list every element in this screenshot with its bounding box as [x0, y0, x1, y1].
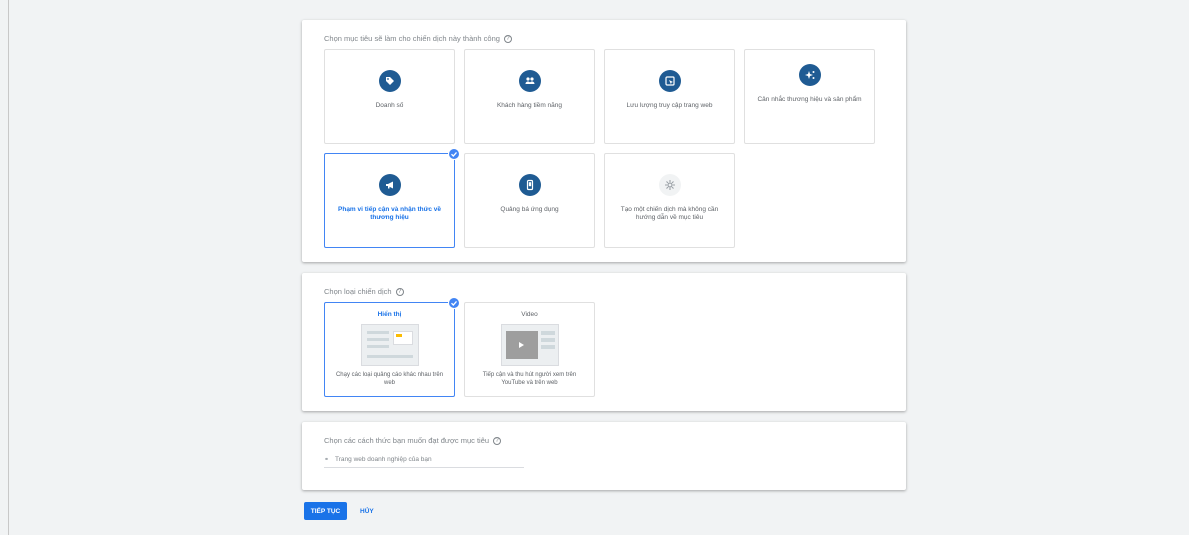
type-section-title: Chọn loại chiến dịch ? — [324, 287, 404, 296]
type-card-desc: Tiếp cận và thu hút người xem trên YouTu… — [482, 372, 577, 386]
goal-card-label: Lưu lượng truy cập trang web — [626, 102, 713, 109]
megaphone-icon — [378, 174, 401, 196]
help-icon[interactable]: ? — [493, 436, 502, 445]
goal-card-label: Cân nhắc thương hiệu và sản phẩm — [757, 96, 862, 103]
link-icon: ⚭ — [324, 457, 330, 463]
campaign-type-video[interactable]: Video Tiếp cận và thu hút người xem trên… — [464, 302, 595, 397]
goal-section-title: Chọn mục tiêu sẽ làm cho chiến dịch này … — [324, 34, 512, 43]
website-url-placeholder: Trang web doanh nghiệp của bạn — [335, 456, 432, 463]
cancel-button[interactable]: HỦY — [360, 502, 374, 520]
goal-card-leads[interactable]: Khách hàng tiềm năng — [464, 49, 595, 144]
website-url-field[interactable]: ⚭ Trang web doanh nghiệp của bạn — [324, 452, 524, 468]
type-title-text: Chọn loại chiến dịch — [324, 287, 392, 296]
goal-card-label: Doanh số — [375, 102, 404, 109]
play-icon — [518, 342, 524, 348]
continue-button[interactable]: TIẾP TỤC — [304, 502, 347, 520]
gear-icon — [658, 174, 681, 196]
campaign-type-display[interactable]: Hiển thị Chạy các loại quảng cáo khác nh… — [324, 297, 460, 397]
goal-card-label: Tạo một chiến dịch mà không cần hướng dẫ… — [620, 206, 719, 221]
goal-card-brand-consideration[interactable]: Cân nhắc thương hiệu và sản phẩm — [744, 49, 875, 144]
goal-card-label: Phạm vi tiếp cận và nhận thức về thương … — [338, 206, 441, 221]
goal-card-label: Khách hàng tiềm năng — [496, 102, 563, 109]
check-icon — [448, 148, 460, 160]
help-icon[interactable]: ? — [395, 287, 404, 296]
way-title-text: Chọn các cách thức bạn muốn đạt được mục… — [324, 436, 490, 445]
type-card-desc: Chạy các loại quảng cáo khác nhau trên w… — [335, 372, 444, 386]
goal-ways-panel: Chọn các cách thức bạn muốn đạt được mục… — [302, 422, 906, 490]
goal-card-label: Quảng bá ứng dụng — [500, 206, 559, 213]
sparkle-icon — [798, 64, 821, 86]
goal-panel: Chọn mục tiêu sẽ làm cho chiến dịch này … — [302, 20, 906, 262]
left-divider — [8, 0, 9, 535]
check-icon — [448, 297, 460, 309]
cursor-icon — [658, 70, 681, 92]
goal-title-text: Chọn mục tiêu sẽ làm cho chiến dịch này … — [324, 34, 500, 43]
goal-card-sales[interactable]: Doanh số — [324, 49, 455, 144]
tag-icon — [378, 70, 401, 92]
type-card-title: Video — [521, 311, 538, 318]
goal-card-app-promotion[interactable]: Quảng bá ứng dụng — [464, 153, 595, 248]
way-section-title: Chọn các cách thức bạn muốn đạt được mục… — [324, 436, 502, 445]
goal-card-brand-awareness[interactable]: Phạm vi tiếp cận và nhận thức về thương … — [324, 148, 460, 248]
type-card-title: Hiển thị — [377, 311, 402, 318]
help-icon[interactable]: ? — [503, 34, 512, 43]
people-icon — [518, 70, 541, 92]
phone-icon — [518, 174, 541, 196]
display-thumbnail — [360, 324, 419, 366]
goal-card-no-guidance[interactable]: Tạo một chiến dịch mà không cần hướng dẫ… — [604, 153, 735, 248]
video-thumbnail — [500, 324, 559, 366]
goal-card-website-traffic[interactable]: Lưu lượng truy cập trang web — [604, 49, 735, 144]
campaign-type-panel: Chọn loại chiến dịch ? Hiển thị Chạy các… — [302, 273, 906, 411]
